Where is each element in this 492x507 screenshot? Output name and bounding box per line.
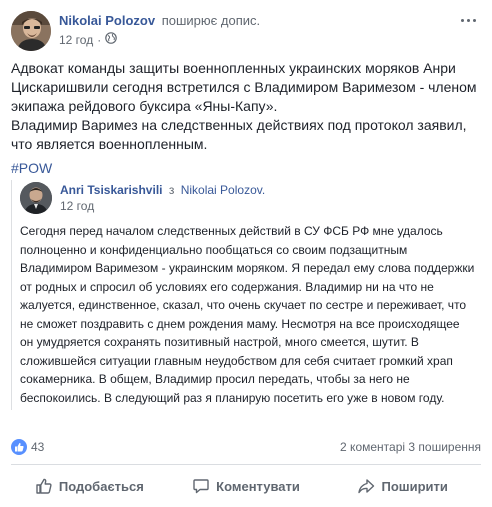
actions-divider (11, 464, 481, 465)
author-line: Nikolai Polozov поширює допис. (59, 13, 260, 28)
post-timestamp[interactable]: 12 год (59, 33, 93, 47)
share-button-label: Поширити (381, 478, 448, 494)
like-button-label: Подобається (58, 478, 144, 494)
comment-icon (192, 477, 210, 495)
shared-separator: з (168, 183, 175, 197)
post-paragraph-1: Адвокат команды защиты военнопленных укр… (11, 60, 477, 114)
separator-dot: · (97, 32, 102, 47)
shared-author-line: Anri Tsiskarishvili з Nikolai Polozov. (60, 183, 265, 197)
comment-button[interactable]: Коментувати (168, 470, 325, 502)
engagement-counts: 2 коментарі 3 поширення (340, 440, 481, 454)
action-bar: Подобається Коментувати Поширити (11, 470, 481, 502)
shared-post-text: Сегодня перед началом следственных дейст… (20, 224, 475, 405)
shared-author-avatar[interactable] (20, 182, 52, 214)
more-icon[interactable] (459, 13, 477, 27)
like-button[interactable]: Подобається (11, 470, 168, 502)
share-button[interactable]: Поширити (324, 470, 481, 502)
author-action-text: поширює допис. (161, 13, 261, 28)
reactions-bar: 43 2 коментарі 3 поширення (11, 438, 481, 456)
shared-timestamp[interactable]: 12 год (60, 199, 94, 213)
comments-count-link[interactable]: 2 коментарі (340, 440, 405, 454)
post-meta: 12 год · (59, 32, 118, 47)
shares-count-link[interactable]: 3 поширення (408, 440, 481, 454)
share-arrow-icon (357, 477, 375, 495)
post-paragraph-2: Владимир Варимез на следственных действи… (11, 117, 467, 152)
like-count[interactable]: 43 (31, 440, 44, 454)
like-reaction-icon[interactable] (11, 439, 27, 455)
author-avatar[interactable] (11, 11, 51, 51)
shared-author-name-link[interactable]: Anri Tsiskarishvili (60, 183, 163, 197)
globe-icon[interactable] (105, 32, 118, 47)
thumbs-up-icon (35, 477, 53, 495)
post-header: Nikolai Polozov поширює допис. 12 год · (11, 11, 481, 51)
hashtag-link[interactable]: #POW (11, 160, 52, 176)
comment-button-label: Коментувати (216, 478, 300, 494)
shared-post: Anri Tsiskarishvili з Nikolai Polozov. 1… (11, 180, 481, 410)
post-text: Адвокат команды защиты военнопленных укр… (11, 59, 481, 154)
facebook-post: Nikolai Polozov поширює допис. 12 год · … (0, 0, 492, 507)
shared-target-link[interactable]: Nikolai Polozov. (181, 183, 265, 197)
author-name-link[interactable]: Nikolai Polozov (59, 13, 155, 28)
